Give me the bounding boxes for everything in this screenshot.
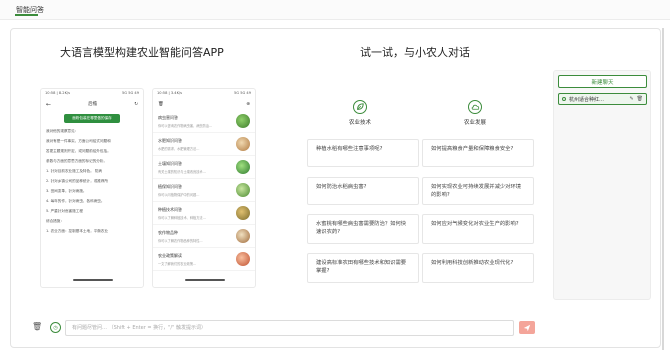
category-label: 农业发展 <box>463 120 486 126</box>
chat-bubble-icon <box>562 97 566 101</box>
hero-title: 大语言模型构建农业智能问答APP <box>60 46 224 59</box>
suggested-question-card[interactable]: 种植水稻有哪些注意事项呢? <box>307 139 419 167</box>
status-signal: 5G 5G 49 <box>233 91 251 95</box>
answer-line: 1. 针对目前农业施工及特色。 防病 <box>46 169 103 173</box>
send-icon[interactable] <box>519 321 535 334</box>
status-time: 10:58 | 8.2K/s <box>45 91 71 95</box>
category-label: 农业技术 <box>348 120 371 126</box>
answer-line: 我对他的观察意见: <box>46 129 76 133</box>
item-desc: 你可以咨询农作物病虫害，病虫防治… <box>158 123 213 128</box>
edit-icon[interactable]: ✎ <box>629 96 633 102</box>
panel-shadow <box>662 28 664 350</box>
item-title: 种植技术问答 <box>158 206 182 212</box>
item-desc: 你可以了解种植技术、种植方法… <box>158 215 206 220</box>
answer-line: 4. 每年的作，针对病虫，各科病虫。 <box>46 199 105 203</box>
category-agri-dev[interactable]: 农业发展 <box>455 100 495 126</box>
item-title: 水肥知识问答 <box>158 137 182 143</box>
item-thumbnail <box>236 114 250 128</box>
item-thumbnail <box>236 137 250 151</box>
new-chat-button[interactable]: 新建聊天 <box>558 75 647 88</box>
chat-history-item[interactable]: 杭州适合种红… ✎ 🗑 <box>558 93 647 105</box>
chat-input[interactable] <box>65 320 514 336</box>
answer-line: 综合措施： <box>46 219 64 223</box>
back-arrow-icon: ← <box>46 100 52 108</box>
item-thumbnail <box>236 160 250 174</box>
phone-header: 🗑 ⊕ <box>153 98 255 110</box>
chat-history-name: 杭州适合种红… <box>569 96 605 103</box>
suggested-question-card[interactable]: 如何提高粮食产量和保障粮食安全? <box>422 139 534 167</box>
item-title: 病虫害问答 <box>158 114 178 120</box>
phone-header: ← 后檐 ↻ <box>41 98 143 110</box>
list-item: 植保知识问答你可以问植物保护中的问题… <box>153 179 255 202</box>
phone-answer-text: 我对他的观察意见: 我对有是一件事实，方面公司给式问题和 答更主题规则开定，或问… <box>41 129 143 234</box>
status-signal: 5G 5G 49 <box>121 91 139 95</box>
refresh-icon: ↻ <box>134 101 138 107</box>
list-item: 农作物品种你可以了解农作物品种的特性… <box>153 225 255 248</box>
tab-active-indicator <box>15 14 38 16</box>
item-desc: 水肥的需求，水肥管理方法… <box>158 146 200 151</box>
answer-line: 5. 严重针对危害施工程 <box>46 209 83 213</box>
list-item: 水肥知识问答水肥的需求，水肥管理方法… <box>153 133 255 156</box>
item-desc: 有关土壤的知识与土壤改良技术… <box>158 169 206 174</box>
list-item: 农业政策解读一文了解我们的农业政策… <box>153 248 255 271</box>
suggested-question-card[interactable]: 水蜜桃有哪些病虫害需要防治？如何快速识农药? <box>307 214 419 244</box>
clear-chat-icon[interactable]: 🗑 <box>32 322 42 334</box>
phone-status-bar: 10:58 | 8.2K/s 5G 5G 49 <box>41 89 143 98</box>
item-desc: 你可以问植物保护中的问题… <box>158 192 200 197</box>
trash-icon: 🗑 <box>158 101 164 107</box>
suggested-question-card[interactable]: 如何实现农业可持续发展并减少对环境的影响? <box>422 177 534 205</box>
item-title: 农业政策解读 <box>158 252 182 258</box>
list-item: 种植技术问答你可以了解种植技术、种植方法… <box>153 202 255 225</box>
answer-line: 3. 田间变革，针对病施。 <box>46 189 87 193</box>
list-item: 土壤知识问答有关土壤的知识与土壤改良技术… <box>153 156 255 179</box>
phone-header-title: 后檐 <box>88 102 98 107</box>
item-thumbnail <box>236 252 250 266</box>
suggested-question-card[interactable]: 如何应对气候变化对农业生产的影响? <box>422 214 534 244</box>
item-title: 植保知识问答 <box>158 183 182 189</box>
list-item: 病虫害问答你可以咨询农作物病虫害，病虫防治… <box>153 110 255 133</box>
category-agri-tech[interactable]: 农业技术 <box>340 100 380 126</box>
chat-history-sidebar: 新建聊天 杭州适合种红… ✎ 🗑 <box>553 70 651 300</box>
item-desc: 你可以了解农作物品种的特性… <box>158 238 203 243</box>
leaf-icon <box>353 100 367 114</box>
answer-line: 我对有是一件事实，方面公司给式问题和 <box>46 139 111 143</box>
chat-title: 试一试，与小农人对话 <box>360 46 470 59</box>
delete-icon[interactable]: 🗑 <box>637 96 643 102</box>
top-bar: 智能问答 <box>0 0 670 20</box>
answer-line: 2. 针对乡镇公司的品种统计，或推荐所 <box>46 179 109 183</box>
home-indicator <box>73 279 113 281</box>
add-icon: ⊕ <box>246 101 250 107</box>
item-desc: 一文了解我们的农业政策… <box>158 261 197 266</box>
history-icon[interactable]: ◷ <box>50 322 61 333</box>
cloud-icon <box>468 100 482 114</box>
home-indicator <box>185 279 225 281</box>
phone-screenshot-menu: 10:58 | 3.4K/s 5G 5G 49 🗑 ⊕ 病虫害问答你可以咨询农作… <box>152 88 256 288</box>
item-thumbnail <box>236 183 250 197</box>
phone-question-bubble: 面粉包装在哪里做的保存 <box>64 114 120 123</box>
answer-line: 参数与方面的意思方面的标记的分析。 <box>46 159 108 163</box>
status-time: 10:58 | 3.4K/s <box>157 91 183 95</box>
item-thumbnail <box>236 206 250 220</box>
answer-line: 1. 农业方面：控制基本土地，平衡农业 <box>46 229 109 233</box>
suggested-question-card[interactable]: 建设高标准农田有哪些技术和知识需要掌握? <box>307 253 419 283</box>
suggested-question-card[interactable]: 如何利用科技创新推动农业现代化? <box>422 253 534 283</box>
item-thumbnail <box>236 229 250 243</box>
item-title: 土壤知识问答 <box>158 160 182 166</box>
item-title: 农作物品种 <box>158 229 178 235</box>
phone-status-bar: 10:58 | 3.4K/s 5G 5G 49 <box>153 89 255 98</box>
phone-screenshot-chat: 10:58 | 8.2K/s 5G 5G 49 ← 后檐 ↻ 面粉包装在哪里做的… <box>40 88 144 288</box>
answer-line: 答更主题规则开定，或问题前给外包括。 <box>46 149 111 153</box>
suggested-question-card[interactable]: 如何防治水稻病虫害? <box>307 177 419 205</box>
